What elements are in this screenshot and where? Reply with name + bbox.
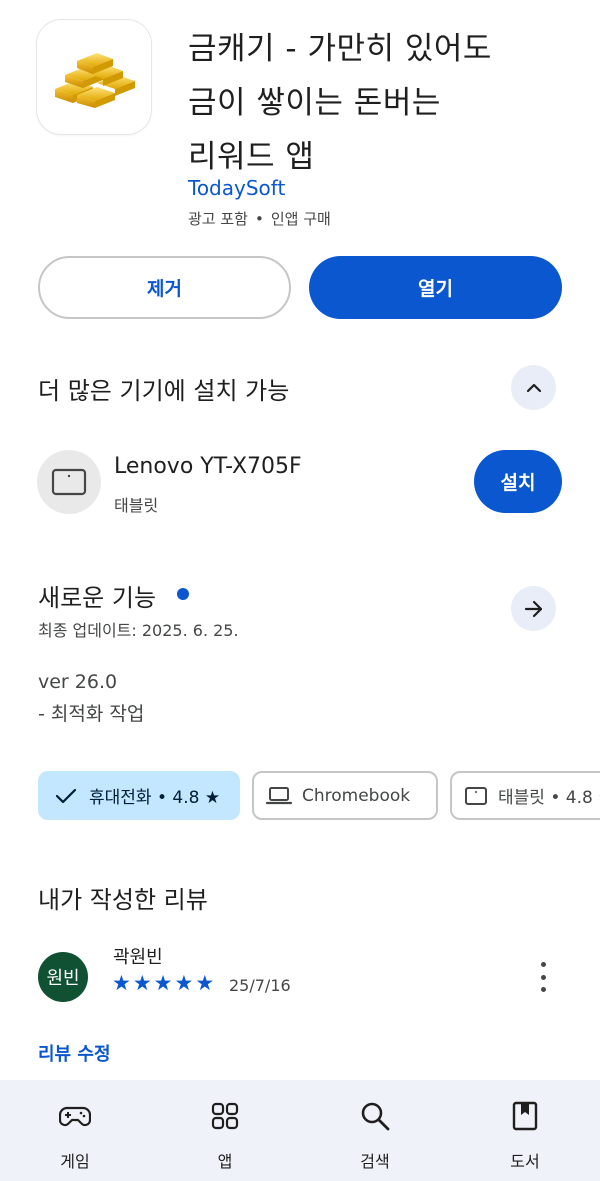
chip-tablet[interactable]: 태블릿 • 4.8 ★ <box>450 771 600 820</box>
in-app-purchases-label: 인앱 구매 <box>270 210 331 228</box>
my-review-title: 내가 작성한 리뷰 <box>38 886 208 914</box>
release-notes-line: - 최적화 작업 <box>38 703 145 725</box>
uninstall-button[interactable]: 제거 <box>38 256 291 319</box>
chevron-up-icon <box>526 383 541 392</box>
chip-chromebook[interactable]: Chromebook <box>252 771 438 820</box>
more-devices-title: 더 많은 기기에 설치 가능 <box>38 377 290 405</box>
edit-review-link[interactable]: 리뷰 수정 <box>38 1040 111 1066</box>
nav-label: 게임 <box>60 1152 90 1171</box>
nav-item-games[interactable]: 게임 <box>0 1080 150 1181</box>
chip-label: 태블릿 • 4.8 ★ <box>498 788 600 808</box>
nav-label: 앱 <box>217 1152 233 1171</box>
whats-new-title: 새로운 기능 <box>38 584 157 612</box>
device-type: 태블릿 <box>114 496 159 515</box>
last-updated: 최종 업데이트: 2025. 6. 25. <box>38 621 239 640</box>
app-title-line: 금이 쌓이는 돈버는 <box>188 85 441 121</box>
arrow-right-icon <box>524 600 542 617</box>
apps-grid-icon <box>209 1100 241 1132</box>
star-icon: ★ <box>174 971 194 995</box>
open-button[interactable]: 열기 <box>309 256 562 319</box>
gamepad-icon <box>59 1100 91 1132</box>
star-icon: ★ <box>195 971 215 995</box>
whats-new-arrow-button[interactable] <box>511 586 556 631</box>
more-options-icon[interactable] <box>530 962 556 992</box>
nav-item-apps[interactable]: 앱 <box>150 1080 300 1181</box>
chip-phone[interactable]: 휴대전화 • 4.8 ★ <box>38 771 240 820</box>
gold-bars-icon <box>55 53 135 108</box>
laptop-icon <box>266 786 292 806</box>
check-icon <box>53 787 79 805</box>
nav-item-search[interactable]: 검색 <box>300 1080 450 1181</box>
app-meta: 광고 포함 • 인앱 구매 <box>188 208 331 229</box>
collapse-button[interactable] <box>511 365 556 410</box>
review-date: 25/7/16 <box>229 976 291 995</box>
device-avatar <box>37 450 101 514</box>
app-title: 금캐기 - 가만히 있어도 금이 쌓이는 돈버는 리워드 앱 <box>188 22 588 184</box>
new-indicator-dot <box>177 588 189 600</box>
star-icon: ★ <box>112 971 131 995</box>
device-name: Lenovo YT-X705F <box>114 454 302 479</box>
star-icon: ★ <box>153 971 173 995</box>
nav-label: 검색 <box>360 1152 390 1171</box>
contains-ads-label: 광고 포함 <box>188 210 248 228</box>
nav-label: 도서 <box>510 1152 540 1171</box>
nav-item-books[interactable]: 도서 <box>450 1080 600 1181</box>
app-icon <box>37 20 151 134</box>
tablet-icon <box>464 786 488 806</box>
search-icon <box>359 1100 391 1132</box>
release-notes-line: ver 26.0 <box>38 671 118 693</box>
book-icon <box>509 1100 541 1132</box>
release-notes: ver 26.0 - 최적화 작업 <box>38 666 144 730</box>
meta-separator: • <box>254 210 264 228</box>
reviewer-name: 곽원빈 <box>113 947 163 968</box>
chip-label: Chromebook <box>302 785 411 806</box>
bottom-nav: 게임 앱 검색 도서 <box>0 1080 600 1181</box>
developer-link[interactable]: TodaySoft <box>188 176 285 200</box>
tablet-icon <box>51 468 87 496</box>
app-detail-page: 금캐기 - 가만히 있어도 금이 쌓이는 돈버는 리워드 앱 TodaySoft… <box>0 0 600 1181</box>
app-title-line: 금캐기 - 가만히 있어도 <box>188 31 492 67</box>
star-rating: ★ ★ ★ ★ ★ <box>112 972 214 994</box>
star-icon: ★ <box>132 971 152 995</box>
install-on-device-button[interactable]: 설치 <box>474 450 562 513</box>
avatar: 원빈 <box>38 952 88 1002</box>
chip-label: 휴대전화 • 4.8 ★ <box>89 788 221 808</box>
